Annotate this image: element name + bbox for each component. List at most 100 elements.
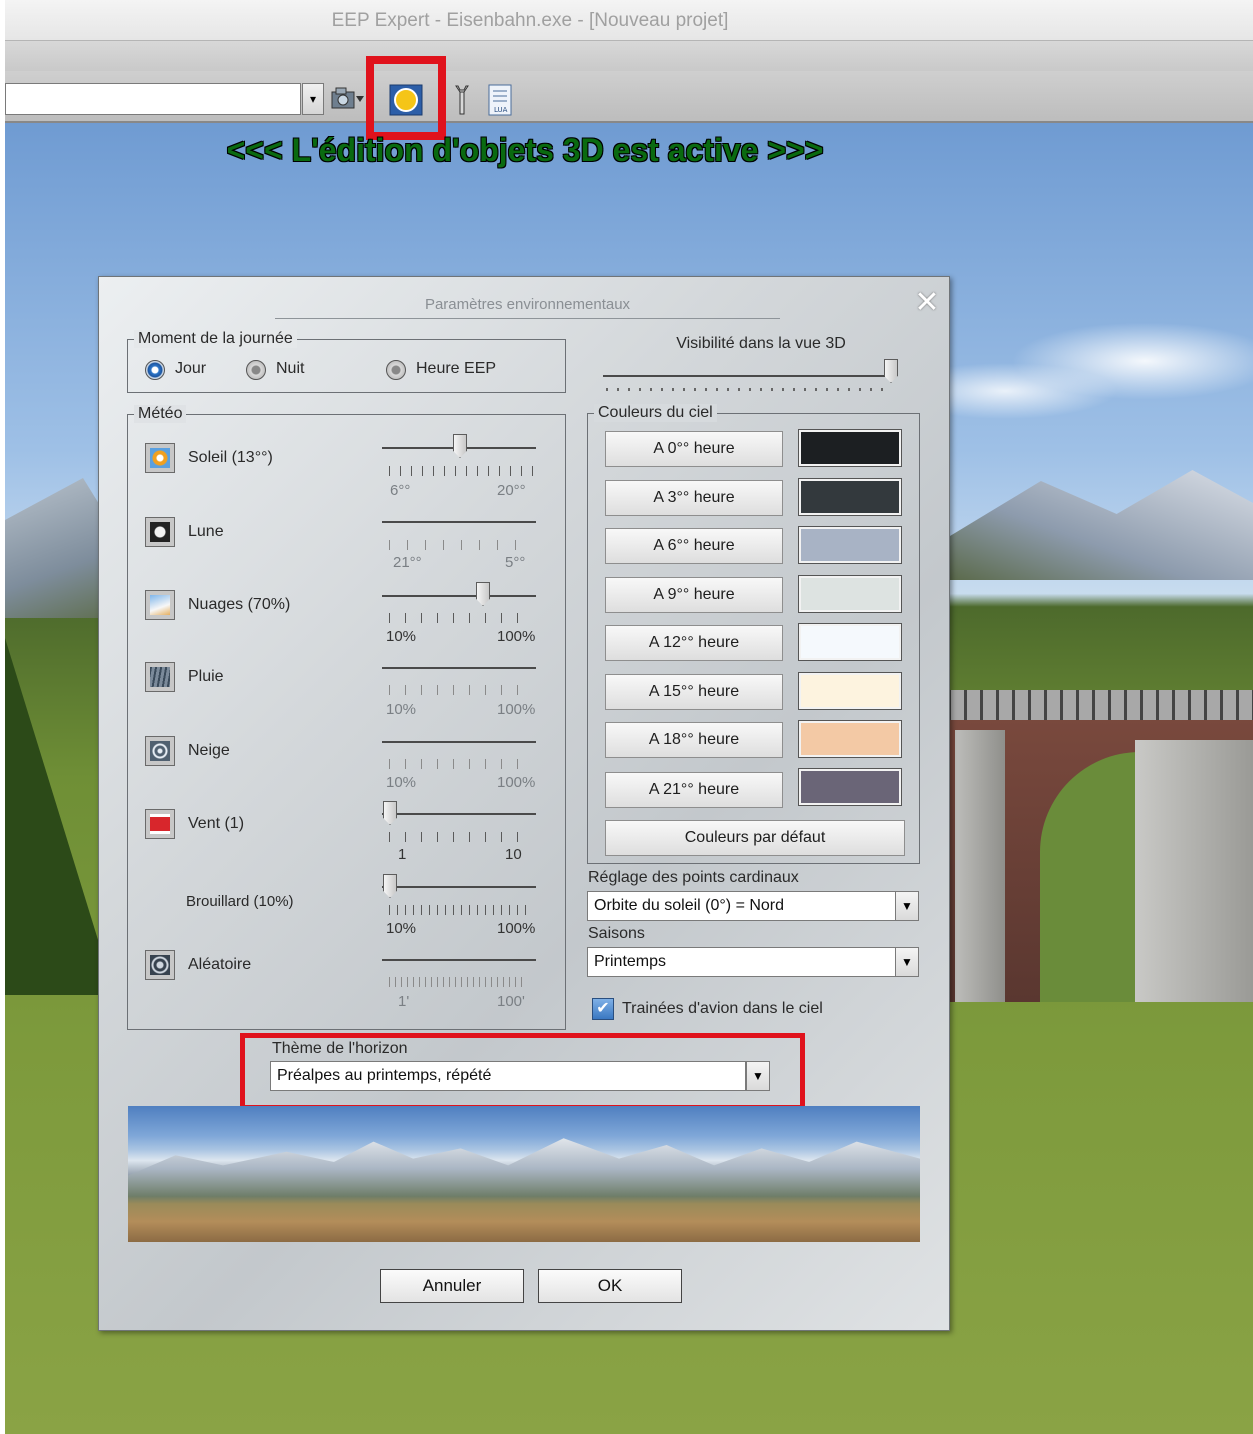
- sky-color-button-0h[interactable]: A 0°° heure: [605, 431, 783, 467]
- contrails-label: Trainées d'avion dans le ciel: [622, 1000, 823, 1017]
- camera-dropdown-icon[interactable]: [330, 84, 366, 116]
- vent-slider-ticks: [389, 832, 533, 842]
- weather-nuages-label: Nuages (70%): [188, 596, 291, 613]
- contrails-checkbox[interactable]: ✔: [592, 998, 614, 1020]
- aleatoire-slider-ticks: [389, 977, 527, 987]
- sky-color-swatch-6h[interactable]: [798, 526, 902, 564]
- visibility-slider-track[interactable]: [603, 375, 893, 377]
- sky-color-swatch-12h[interactable]: [798, 623, 902, 661]
- sky-color-button-6h[interactable]: A 6°° heure: [605, 528, 783, 564]
- scene-bridge-pillar: [955, 730, 1005, 1002]
- menu-bar: [5, 40, 1253, 72]
- lune-slider-ticks: [389, 540, 533, 550]
- nuages-min-label: 10%: [386, 628, 417, 645]
- neige-slider-track[interactable]: [382, 741, 536, 743]
- soleil-slider-ticks: [389, 466, 533, 476]
- window-title: EEP Expert - Eisenbahn.exe - [Nouveau pr…: [331, 10, 729, 31]
- wrench-icon[interactable]: [452, 84, 472, 116]
- sky-color-swatch-0h[interactable]: [798, 429, 902, 467]
- lua-script-icon[interactable]: LUA: [486, 84, 514, 116]
- time-of-day-label: Moment de la journée: [134, 330, 297, 348]
- sky-colors-label: Couleurs du ciel: [594, 404, 717, 422]
- aleatoire-max-label: 100': [497, 993, 525, 1010]
- default-colors-button[interactable]: Couleurs par défaut: [605, 820, 905, 856]
- weather-brouillard-label: Brouillard (10%): [186, 893, 294, 910]
- neige-min-label: 10%: [386, 774, 417, 791]
- radio-nuit-label: Nuit: [276, 360, 305, 377]
- dialog-title-divider: [275, 318, 780, 319]
- weather-vent-label: Vent (1): [188, 815, 245, 832]
- sun-icon[interactable]: [145, 443, 175, 473]
- close-icon[interactable]: ✕: [912, 288, 942, 319]
- soleil-max-label: 20°°: [497, 482, 526, 499]
- brouillard-min-label: 10%: [386, 920, 417, 937]
- weather-group: [127, 414, 566, 1030]
- cardinal-label: Réglage des points cardinaux: [588, 869, 799, 886]
- wind-icon[interactable]: [145, 809, 175, 839]
- visibility-slider-ticks: [606, 388, 886, 391]
- highlight-box-horizon: [240, 1033, 805, 1110]
- sky-color-button-12h[interactable]: A 12°° heure: [605, 625, 783, 661]
- soleil-min-label: 6°°: [390, 482, 411, 499]
- sky-color-swatch-18h[interactable]: [798, 720, 902, 758]
- toolbar-combo-box[interactable]: [5, 83, 301, 115]
- lune-min-label: 21°°: [393, 554, 422, 571]
- weather-neige-label: Neige: [188, 742, 230, 759]
- weather-aleatoire-label: Aléatoire: [188, 956, 252, 973]
- nuages-slider-track[interactable]: [382, 595, 536, 597]
- pluie-max-label: 100%: [497, 701, 536, 718]
- clouds-icon[interactable]: [145, 590, 175, 620]
- edit-mode-banner: <<< L'édition d'objets 3D est active >>>: [226, 132, 824, 168]
- sky-color-button-9h[interactable]: A 9°° heure: [605, 577, 783, 613]
- radio-nuit[interactable]: [246, 360, 266, 380]
- radio-jour-label: Jour: [175, 360, 207, 377]
- lune-slider-track[interactable]: [382, 521, 536, 523]
- moon-icon[interactable]: [145, 517, 175, 547]
- scene-bridge-pillar: [1135, 740, 1253, 1002]
- neige-max-label: 100%: [497, 774, 536, 791]
- vent-slider-track[interactable]: [382, 813, 536, 815]
- sky-color-button-3h[interactable]: A 3°° heure: [605, 480, 783, 516]
- chevron-down-icon[interactable]: ▼: [895, 947, 919, 977]
- cancel-button[interactable]: Annuler: [380, 1269, 524, 1303]
- sky-color-button-15h[interactable]: A 15°° heure: [605, 674, 783, 710]
- vent-max-label: 10: [505, 846, 522, 863]
- sky-color-swatch-9h[interactable]: [798, 575, 902, 613]
- pluie-slider-track[interactable]: [382, 667, 536, 669]
- pluie-min-label: 10%: [386, 701, 417, 718]
- cardinal-dropdown[interactable]: Orbite du soleil (0°) = Nord: [587, 891, 896, 921]
- nuages-slider-ticks: [389, 613, 533, 623]
- neige-slider-ticks: [389, 759, 533, 769]
- chevron-down-icon[interactable]: ▼: [895, 891, 919, 921]
- chevron-down-icon[interactable]: ▾: [302, 83, 324, 115]
- sky-color-button-18h[interactable]: A 18°° heure: [605, 722, 783, 758]
- window-titlebar: EEP Expert - Eisenbahn.exe - [Nouveau pr…: [5, 0, 1253, 40]
- brouillard-max-label: 100%: [497, 920, 536, 937]
- weather-label: Météo: [134, 405, 187, 423]
- sky-color-swatch-3h[interactable]: [798, 478, 902, 516]
- radio-jour[interactable]: [145, 360, 165, 380]
- sky-color-swatch-15h[interactable]: [798, 672, 902, 710]
- radio-heure-eep[interactable]: [386, 360, 406, 380]
- seasons-label: Saisons: [588, 925, 645, 942]
- sky-color-swatch-21h[interactable]: [798, 768, 902, 806]
- scene-bridge-railing: [948, 690, 1253, 720]
- lune-max-label: 5°°: [505, 554, 526, 571]
- weather-pluie-label: Pluie: [188, 668, 224, 685]
- aleatoire-slider-track[interactable]: [382, 959, 536, 961]
- svg-text:LUA: LUA: [494, 106, 508, 114]
- weather-soleil-label: Soleil (13°°): [188, 449, 273, 466]
- visibility-label: Visibilité dans la vue 3D: [676, 335, 846, 352]
- rain-icon[interactable]: [145, 662, 175, 692]
- vent-min-label: 1: [398, 846, 407, 863]
- brouillard-slider-track[interactable]: [382, 886, 536, 888]
- brouillard-slider-ticks: [389, 905, 533, 915]
- highlight-box-toolbar: [366, 56, 446, 140]
- snow-icon[interactable]: [145, 736, 175, 766]
- pluie-slider-ticks: [389, 685, 533, 695]
- seasons-dropdown[interactable]: Printemps: [587, 947, 896, 977]
- aleatoire-min-label: 1': [398, 993, 410, 1010]
- ok-button[interactable]: OK: [538, 1269, 682, 1303]
- random-icon[interactable]: [145, 950, 175, 980]
- sky-color-button-21h[interactable]: A 21°° heure: [605, 772, 783, 808]
